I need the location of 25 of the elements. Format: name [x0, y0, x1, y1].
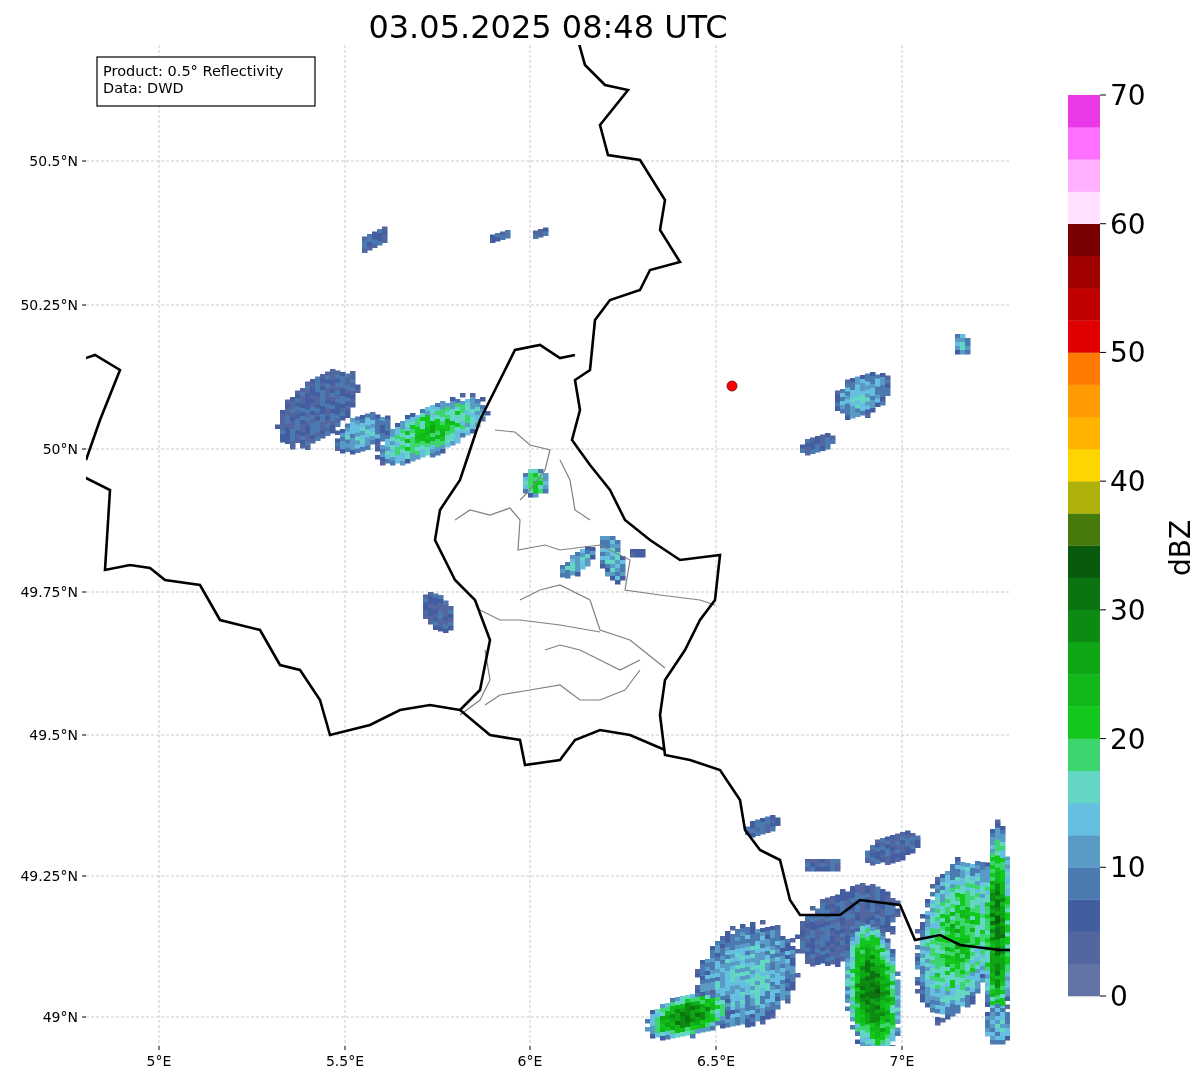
info-text: Data: DWD — [103, 80, 184, 96]
axis-tick-label: 50.25°N — [20, 297, 78, 313]
axis-tick-label: 6°E — [517, 1053, 543, 1069]
colorbar-tick-label: 10 — [1110, 851, 1146, 885]
colorbar-tick-label: 70 — [1110, 79, 1146, 112]
location-marker — [726, 380, 738, 392]
chart-title: 03.05.2025 08:48 UTC — [368, 8, 728, 46]
axis-tick-label: 5°E — [146, 1053, 172, 1069]
axis-tick-label: 49.25°N — [20, 868, 78, 884]
colorbar-tick-label: 50 — [1110, 336, 1146, 370]
axis-tick-label: 5.5°E — [325, 1053, 365, 1069]
axis-tick-label: 50.5°N — [29, 153, 78, 169]
colorbar-tick-label: 60 — [1110, 207, 1146, 241]
colorbar-tick-label: 0 — [1110, 980, 1128, 1013]
axis-tick-label: 49.5°N — [29, 727, 78, 743]
info-text: Product: 0.5° Reflectivity — [103, 63, 284, 79]
colorbar-tick-label: 40 — [1110, 465, 1146, 499]
axis-tick-label: 50°N — [42, 441, 78, 457]
axis-tick-label: 6.5°E — [696, 1053, 736, 1069]
colorbar-tick-label: 20 — [1110, 722, 1146, 756]
colorbar-tick-label: 30 — [1110, 593, 1146, 627]
axis-tick-label: 49°N — [42, 1009, 78, 1025]
axis-tick-label: 7°E — [889, 1053, 915, 1069]
colorbar-label: dBZ — [1164, 519, 1197, 577]
axis-tick-label: 49.75°N — [20, 584, 78, 600]
